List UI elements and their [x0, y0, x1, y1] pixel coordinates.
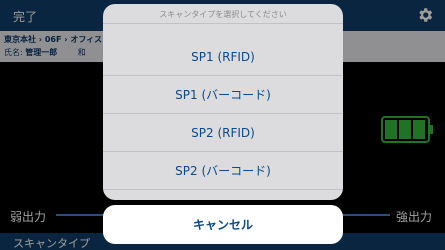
option-sp2-barcode[interactable]: SP2 (バーコード) — [103, 152, 343, 190]
scan-type-action-sheet: スキャンタイプを選択してください SP1 (RFID) SP1 (バーコード) … — [103, 4, 343, 200]
action-sheet-title: スキャンタイプを選択してください — [103, 4, 343, 24]
option-sp1-barcode[interactable]: SP1 (バーコード) — [103, 76, 343, 114]
cancel-button[interactable]: キャンセル — [103, 205, 343, 244]
option-sp1-rfid[interactable]: SP1 (RFID) — [103, 38, 343, 76]
option-sp2-rfid[interactable]: SP2 (RFID) — [103, 114, 343, 152]
